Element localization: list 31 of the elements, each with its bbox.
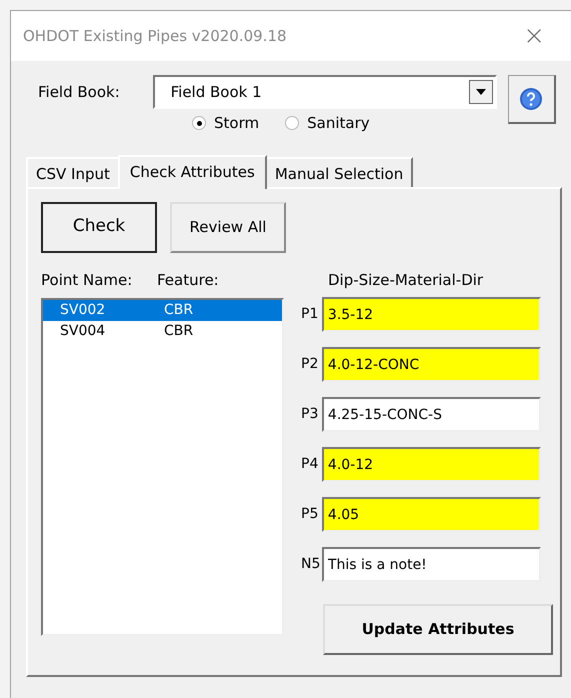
field-book-label: Field Book: bbox=[37, 82, 121, 103]
review-all-button[interactable]: Review All bbox=[170, 202, 286, 252]
radio-option[interactable]: Storm bbox=[192, 112, 260, 134]
tab[interactable]: Check Attributes bbox=[118, 154, 267, 188]
tab[interactable]: CSV Input bbox=[26, 156, 120, 186]
help-icon bbox=[519, 87, 544, 111]
field-label: P5 bbox=[301, 505, 320, 524]
attribute-field[interactable]: 4.0-12 bbox=[322, 447, 541, 482]
window-title: OHDOT Existing Pipes v2020.09.18 bbox=[23, 26, 287, 47]
column-header: Point Name: bbox=[41, 270, 134, 290]
field-label: P1 bbox=[301, 305, 320, 324]
radio-option[interactable]: Sanitary bbox=[285, 112, 370, 134]
attribute-field[interactable]: 4.0-12-CONC bbox=[322, 347, 541, 382]
field-label: P3 bbox=[301, 405, 320, 424]
tab[interactable]: Manual Selection bbox=[264, 156, 414, 186]
list-item[interactable]: SV002 CBR bbox=[43, 300, 282, 321]
help-button[interactable] bbox=[508, 75, 556, 124]
field-book-dropdown[interactable]: Field Book 1 bbox=[152, 75, 497, 109]
field-label: N5 bbox=[301, 555, 322, 574]
point-list[interactable]: SV002 CBR SV004 CBR bbox=[41, 298, 284, 636]
column-header: Feature: bbox=[157, 270, 219, 290]
attribute-field[interactable]: 3.5-12 bbox=[322, 297, 541, 332]
close-button[interactable]: × bbox=[519, 23, 549, 49]
field-label: P2 bbox=[301, 355, 320, 374]
update-attributes-button[interactable]: Update Attributes bbox=[323, 604, 553, 655]
attribute-field[interactable]: This is a note! bbox=[322, 547, 541, 582]
attribute-field[interactable]: 4.05 bbox=[322, 497, 541, 532]
check-button[interactable]: Check bbox=[41, 202, 157, 252]
column-header: Dip-Size-Material-Dir bbox=[328, 270, 484, 290]
attribute-field[interactable]: 4.25-15-CONC-S bbox=[322, 397, 541, 432]
field-label: P4 bbox=[301, 455, 320, 474]
